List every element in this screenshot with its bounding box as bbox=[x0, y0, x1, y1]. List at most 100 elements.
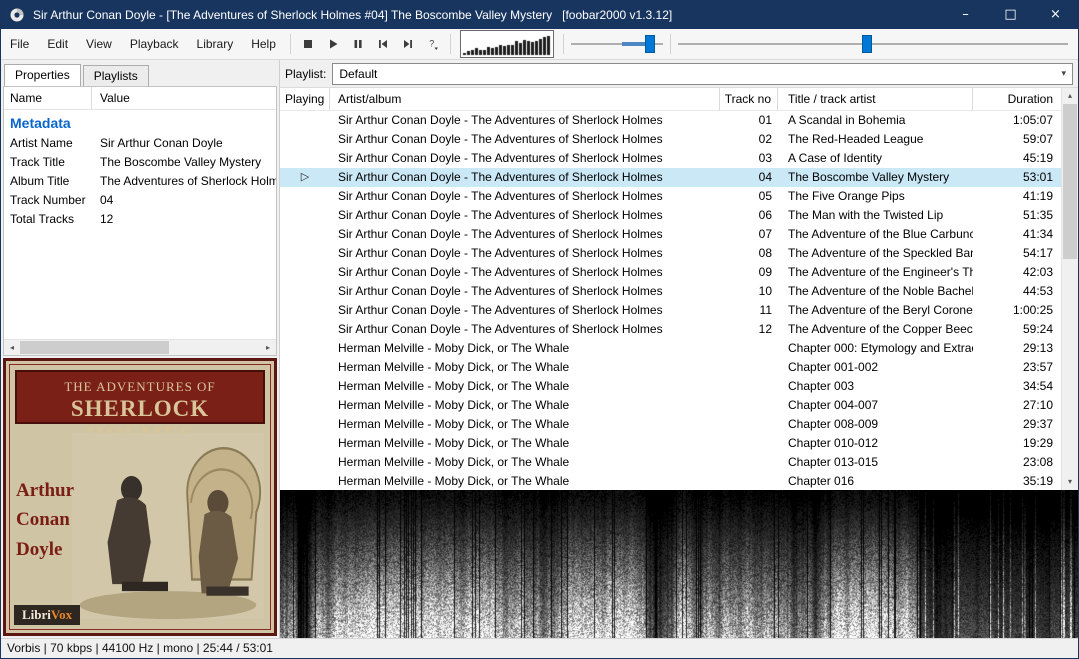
menu-file[interactable]: File bbox=[1, 29, 38, 59]
seek-bar[interactable] bbox=[676, 31, 1070, 57]
titlebar[interactable]: Sir Arthur Conan Doyle - [The Adventures… bbox=[1, 1, 1078, 29]
cell-duration: 27:10 bbox=[973, 396, 1061, 415]
table-row[interactable]: Herman Melville - Moby Dick, or The Whal… bbox=[280, 472, 1061, 490]
cell-title: Chapter 013-015 bbox=[778, 453, 973, 472]
table-row[interactable]: Sir Arthur Conan Doyle - The Adventures … bbox=[280, 206, 1061, 225]
seek-thumb[interactable] bbox=[862, 35, 872, 53]
playing-indicator: ▷ bbox=[280, 168, 330, 187]
column-duration[interactable]: Duration bbox=[973, 88, 1061, 110]
cell-trackno: 08 bbox=[720, 244, 778, 263]
table-row[interactable]: Herman Melville - Moby Dick, or The Whal… bbox=[280, 434, 1061, 453]
menu-edit[interactable]: Edit bbox=[38, 29, 77, 59]
table-row[interactable]: Herman Melville - Moby Dick, or The Whal… bbox=[280, 377, 1061, 396]
album-art-author-word: Arthur bbox=[16, 476, 74, 505]
table-row[interactable]: Sir Arthur Conan Doyle - The Adventures … bbox=[280, 282, 1061, 301]
menu-help[interactable]: Help bbox=[242, 29, 285, 59]
toolbar-separator bbox=[670, 34, 671, 54]
stop-button[interactable] bbox=[296, 32, 320, 56]
property-row[interactable]: Track Title The Boscombe Valley Mystery bbox=[4, 153, 276, 172]
playing-indicator bbox=[280, 130, 330, 149]
table-row[interactable]: Sir Arthur Conan Doyle - The Adventures … bbox=[280, 130, 1061, 149]
table-row[interactable]: Herman Melville - Moby Dick, or The Whal… bbox=[280, 453, 1061, 472]
close-button[interactable]: × bbox=[1033, 1, 1078, 29]
cell-artist: Sir Arthur Conan Doyle - The Adventures … bbox=[330, 149, 720, 168]
cell-artist: Sir Arthur Conan Doyle - The Adventures … bbox=[330, 263, 720, 282]
volume-slider[interactable] bbox=[569, 31, 665, 57]
next-button[interactable] bbox=[396, 32, 420, 56]
cell-trackno: 02 bbox=[720, 130, 778, 149]
volume-thumb[interactable] bbox=[645, 35, 655, 53]
tab-playlists[interactable]: Playlists bbox=[83, 65, 149, 86]
seek-groove bbox=[678, 43, 1068, 45]
cell-title: Chapter 010-012 bbox=[778, 434, 973, 453]
cell-title: A Case of Identity bbox=[778, 149, 973, 168]
cell-trackno bbox=[720, 358, 778, 377]
menu-view[interactable]: View bbox=[77, 29, 121, 59]
table-row[interactable]: Sir Arthur Conan Doyle - The Adventures … bbox=[280, 225, 1061, 244]
cell-artist: Sir Arthur Conan Doyle - The Adventures … bbox=[330, 244, 720, 263]
table-row[interactable]: Sir Arthur Conan Doyle - The Adventures … bbox=[280, 263, 1061, 282]
cell-duration: 51:35 bbox=[973, 206, 1061, 225]
pause-button[interactable] bbox=[346, 32, 370, 56]
table-row[interactable]: Herman Melville - Moby Dick, or The Whal… bbox=[280, 415, 1061, 434]
playing-indicator bbox=[280, 111, 330, 130]
tab-properties[interactable]: Properties bbox=[4, 64, 81, 86]
previous-icon bbox=[377, 38, 389, 50]
menu-playback[interactable]: Playback bbox=[121, 29, 188, 59]
property-name: Album Title bbox=[4, 172, 92, 191]
playing-indicator bbox=[280, 282, 330, 301]
properties-column-name[interactable]: Name bbox=[4, 87, 92, 109]
cell-duration: 45:19 bbox=[973, 149, 1061, 168]
column-trackno[interactable]: Track no bbox=[720, 88, 778, 110]
random-button[interactable]: ? bbox=[421, 32, 445, 56]
property-row[interactable]: Track Number 04 bbox=[4, 191, 276, 210]
table-row[interactable]: Herman Melville - Moby Dick, or The Whal… bbox=[280, 339, 1061, 358]
scroll-left-icon[interactable]: ◂ bbox=[4, 340, 20, 355]
cell-artist: Herman Melville - Moby Dick, or The Whal… bbox=[330, 377, 720, 396]
cell-artist: Sir Arthur Conan Doyle - The Adventures … bbox=[330, 111, 720, 130]
table-row[interactable]: Sir Arthur Conan Doyle - The Adventures … bbox=[280, 187, 1061, 206]
property-row[interactable]: Album Title The Adventures of Sherlock H… bbox=[4, 172, 276, 191]
scroll-up-icon[interactable]: ▴ bbox=[1062, 88, 1078, 104]
table-row[interactable]: Herman Melville - Moby Dick, or The Whal… bbox=[280, 396, 1061, 415]
cell-duration: 35:19 bbox=[973, 472, 1061, 490]
properties-panel: Name Value Metadata Artist Name Sir Arth… bbox=[3, 86, 277, 356]
hscroll-track[interactable] bbox=[20, 340, 260, 355]
scroll-down-icon[interactable]: ▾ bbox=[1062, 474, 1078, 490]
cell-title: The Adventure of the Speckled Band bbox=[778, 244, 973, 263]
table-row[interactable]: Sir Arthur Conan Doyle - The Adventures … bbox=[280, 111, 1061, 130]
cell-duration: 44:53 bbox=[973, 282, 1061, 301]
column-artist[interactable]: Artist/album bbox=[330, 88, 720, 110]
previous-button[interactable] bbox=[371, 32, 395, 56]
properties-hscrollbar[interactable]: ◂ ▸ bbox=[4, 339, 276, 355]
column-title[interactable]: Title / track artist bbox=[778, 88, 973, 110]
minimize-button[interactable]: – bbox=[943, 1, 988, 29]
scroll-right-icon[interactable]: ▸ bbox=[260, 340, 276, 355]
properties-column-value[interactable]: Value bbox=[92, 87, 276, 109]
cell-title: The Five Orange Pips bbox=[778, 187, 973, 206]
vscroll-thumb[interactable] bbox=[1063, 104, 1077, 259]
vscroll-track[interactable] bbox=[1062, 104, 1078, 474]
play-button[interactable] bbox=[321, 32, 345, 56]
table-row[interactable]: Sir Arthur Conan Doyle - The Adventures … bbox=[280, 320, 1061, 339]
playlist-vscrollbar[interactable]: ▴ ▾ bbox=[1061, 88, 1078, 490]
table-row[interactable]: Sir Arthur Conan Doyle - The Adventures … bbox=[280, 149, 1061, 168]
toolbar-separator bbox=[563, 34, 564, 54]
cell-trackno: 05 bbox=[720, 187, 778, 206]
property-row[interactable]: Total Tracks 12 bbox=[4, 210, 276, 229]
playing-indicator bbox=[280, 187, 330, 206]
playlist-selector[interactable]: Default ▾ bbox=[332, 63, 1073, 85]
album-art-illustration bbox=[72, 433, 264, 619]
table-row[interactable]: Herman Melville - Moby Dick, or The Whal… bbox=[280, 358, 1061, 377]
property-row[interactable]: Artist Name Sir Arthur Conan Doyle bbox=[4, 134, 276, 153]
window-controls: – □ × bbox=[943, 1, 1078, 29]
table-row[interactable]: ▷ Sir Arthur Conan Doyle - The Adventure… bbox=[280, 168, 1061, 187]
cell-trackno bbox=[720, 472, 778, 490]
cell-duration: 19:29 bbox=[973, 434, 1061, 453]
menu-library[interactable]: Library bbox=[188, 29, 243, 59]
table-row[interactable]: Sir Arthur Conan Doyle - The Adventures … bbox=[280, 244, 1061, 263]
hscroll-thumb[interactable] bbox=[20, 341, 169, 354]
column-playing[interactable]: Playing bbox=[280, 88, 330, 110]
table-row[interactable]: Sir Arthur Conan Doyle - The Adventures … bbox=[280, 301, 1061, 320]
maximize-button[interactable]: □ bbox=[988, 1, 1033, 29]
